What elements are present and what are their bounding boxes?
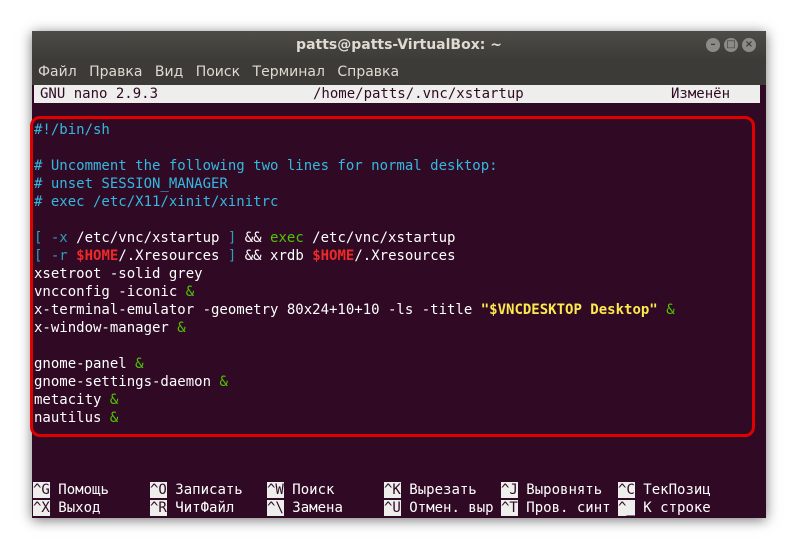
menu-help[interactable]: Справка <box>337 64 399 80</box>
nano-version: GNU nano 2.9.3 <box>40 86 159 102</box>
shortcut-replace[interactable]: ^\ Замена <box>267 499 343 517</box>
shortcut-exit[interactable]: ^X Выход <box>33 499 100 517</box>
code-line: [ -x /etc/vnc/xstartup ] && exec /etc/vn… <box>34 230 456 246</box>
title-bar[interactable]: patts@patts-VirtualBox: ~ – □ × <box>32 31 766 60</box>
menu-search[interactable]: Поиск <box>196 64 240 80</box>
shortcut-spell[interactable]: ^T Пров. синт <box>501 499 611 517</box>
menu-terminal[interactable]: Терминал <box>253 64 325 80</box>
code-line: gnome-panel & <box>34 356 144 372</box>
code-line: # unset SESSION_MANAGER <box>34 176 228 192</box>
code-line: x-terminal-emulator -geometry 80x24+10+1… <box>34 302 675 318</box>
shortcut-curpos[interactable]: ^C ТекПозиц <box>618 481 711 499</box>
maximize-icon[interactable]: □ <box>724 38 738 52</box>
shortcut-uncut[interactable]: ^U Отмен. выр <box>384 499 494 517</box>
shortcut-search[interactable]: ^W Поиск <box>267 481 334 499</box>
nano-status: Изменён <box>671 86 731 102</box>
terminal-content[interactable]: GNU nano 2.9.3 /home/patts/.vnc/xstartup… <box>32 85 766 518</box>
menu-file[interactable]: Файл <box>38 64 77 80</box>
code-line: # exec /etc/X11/xinit/xinitrc <box>34 194 279 210</box>
code-line: # Uncomment the following two lines for … <box>34 158 498 174</box>
code-line: gnome-settings-daemon & <box>34 374 228 390</box>
code-line: x-window-manager & <box>34 320 186 336</box>
code-line: xsetroot -solid grey <box>34 266 203 282</box>
nano-header: GNU nano 2.9.3 /home/patts/.vnc/xstartup… <box>34 85 760 103</box>
code-line: [ -r $HOME/.Xresources ] && xrdb $HOME/.… <box>34 248 456 264</box>
minimize-icon[interactable]: – <box>706 38 720 52</box>
shortcut-read-file[interactable]: ^R ЧитФайл <box>150 499 234 517</box>
terminal-window: patts@patts-VirtualBox: ~ – □ × Файл Пра… <box>32 31 766 518</box>
shortcut-cut[interactable]: ^K Вырезать <box>384 481 477 499</box>
code-line: #!/bin/sh <box>34 122 110 138</box>
menu-view[interactable]: Вид <box>155 64 183 80</box>
code-line: nautilus & <box>34 410 119 426</box>
menu-edit[interactable]: Правка <box>89 64 142 80</box>
shortcut-write[interactable]: ^O Записать <box>150 481 243 499</box>
code-line: vncconfig -iconic & <box>34 284 195 300</box>
nano-filename: /home/patts/.vnc/xstartup <box>313 86 524 102</box>
code-line: metacity & <box>34 392 119 408</box>
shortcut-help[interactable]: ^G Помощь <box>33 481 109 499</box>
shortcut-justify[interactable]: ^J Выровнять <box>501 481 602 499</box>
window-title: patts@patts-VirtualBox: ~ <box>296 37 502 53</box>
close-icon[interactable]: × <box>742 38 756 52</box>
menu-bar: Файл Правка Вид Поиск Терминал Справка <box>32 60 766 85</box>
shortcut-goto-line[interactable]: ^_ К строке <box>618 499 711 517</box>
